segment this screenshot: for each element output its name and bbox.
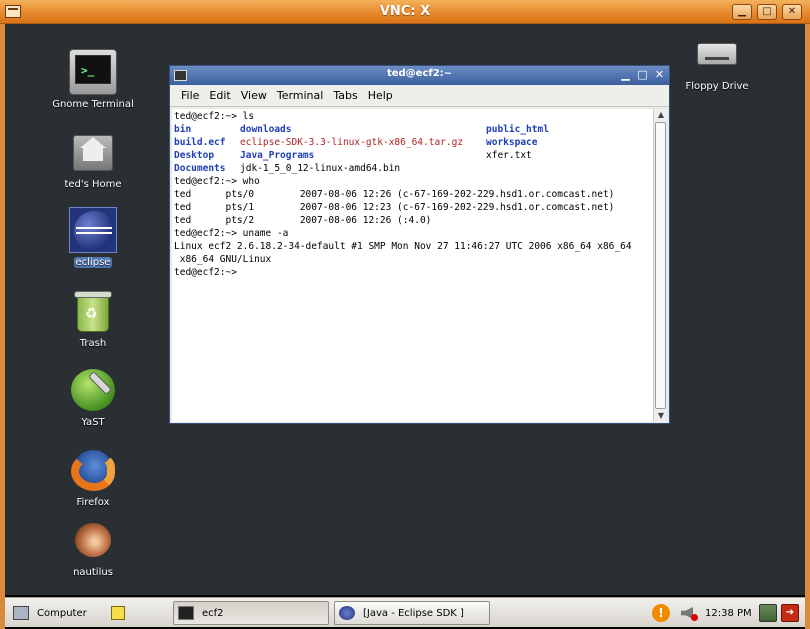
terminal-line: ted pts/0 2007-08-06 12:26 (c-67-169-202… [174, 189, 615, 200]
desktop-icon-eclipse[interactable]: eclipse [43, 207, 143, 268]
ls-row: bin downloads public_html [174, 123, 652, 136]
terminal-icon [178, 606, 194, 620]
ls-row: build.ecf eclipse-SDK-3.3-linux-gtk-x86_6… [174, 136, 652, 149]
desktop-icon-nautilus[interactable]: nautilus [43, 517, 143, 578]
trash-icon: ♻ [69, 288, 117, 334]
scrollbar-thumb[interactable] [655, 122, 666, 409]
volume-control[interactable] [681, 601, 701, 625]
terminal-line: ted@ecf2:~> who [174, 176, 260, 187]
desktop-icon-label: Trash [79, 338, 107, 349]
vnc-title: VNC: X [379, 4, 431, 19]
terminal-prompt: ted@ecf2:~> [174, 267, 243, 278]
home-folder-icon [69, 129, 117, 175]
ls-entry-file: xfer.txt [486, 150, 532, 161]
note-pad-icon [111, 606, 125, 620]
taskbar-task-ecf2[interactable]: ecf2 [173, 601, 329, 625]
logout-icon: ➔ [781, 604, 799, 622]
clock[interactable]: 12:38 PM [705, 601, 752, 625]
firefox-icon [69, 447, 117, 493]
ls-entry-dir: workspace [486, 137, 538, 148]
desktop-icon-teds-home[interactable]: ted's Home [43, 129, 143, 190]
desktop-icon-floppy-drive[interactable]: Floppy Drive [667, 31, 767, 92]
terminal-output[interactable]: ted@ecf2:~> ls bin downloads public_html bui… [172, 109, 654, 422]
show-desktop-button[interactable] [759, 601, 777, 625]
ls-entry-dir: Desktop [174, 150, 215, 161]
taskbar: Computer ecf2 [Java - Eclipse SDK ] ! 12… [5, 597, 805, 627]
ls-entry-file: jdk-1_5_0_12-linux-amd64.bin [240, 163, 401, 174]
taskbar-task-eclipse[interactable]: [Java - Eclipse SDK ] [334, 601, 490, 625]
terminal-window[interactable]: ted@ecf2:~ ▁ □ ✕ File Edit View Terminal… [169, 65, 670, 424]
menu-edit[interactable]: Edit [204, 89, 235, 102]
terminal-line: ted pts/2 2007-08-06 12:26 (:4.0) [174, 215, 432, 226]
terminal-icon: >_ [69, 49, 117, 95]
scroll-down-arrow-icon[interactable]: ▼ [654, 410, 668, 422]
ls-entry-dir: Java_Programs [240, 150, 315, 161]
terminal-scrollbar[interactable]: ▲ ▼ [653, 109, 667, 422]
terminal-minimize-button[interactable]: ▁ [618, 68, 633, 83]
vnc-minimize-button[interactable]: ▁ [732, 4, 752, 20]
terminal-line: Linux ecf2 2.6.18.2-34-default #1 SMP Mo… [174, 241, 632, 252]
terminal-line: x86_64 GNU/Linux [174, 254, 272, 265]
floppy-drive-icon [693, 31, 741, 77]
ls-entry-dir: public_html [486, 124, 549, 135]
terminal-line: ted@ecf2:~> ls [174, 111, 255, 122]
ls-entry-dir: Documents [174, 163, 226, 174]
task-label: ecf2 [202, 607, 224, 619]
eclipse-icon [69, 207, 117, 253]
computer-menu-label: Computer [37, 607, 87, 619]
desktop-icon-label: YaST [81, 417, 105, 428]
desktop-icon-label: Floppy Drive [685, 81, 749, 92]
update-alert-icon: ! [652, 604, 670, 622]
eclipse-icon [339, 606, 355, 620]
terminal-close-button[interactable]: ✕ [652, 68, 667, 83]
notes-launcher[interactable] [111, 601, 133, 625]
desktop-icon-trash[interactable]: ♻ Trash [43, 288, 143, 349]
terminal-line: ted pts/1 2007-08-06 12:23 (c-67-169-202… [174, 202, 615, 213]
software-update-icon[interactable]: ! [652, 601, 670, 625]
desktop-icon-label: eclipse [73, 257, 113, 268]
computer-menu-button[interactable]: Computer [13, 601, 113, 625]
ls-entry-dir: downloads [240, 124, 292, 135]
menu-tabs[interactable]: Tabs [328, 89, 362, 102]
volume-muted-icon [681, 606, 698, 621]
desktop-icon-label: Firefox [76, 497, 110, 508]
ls-entry-dir: build.ecf [174, 137, 226, 148]
logout-button[interactable]: ➔ [781, 601, 799, 625]
vnc-close-button[interactable]: ✕ [782, 4, 802, 20]
desktop-icon-label: ted's Home [64, 179, 122, 190]
desktop-icon-yast[interactable]: YaST [43, 367, 143, 428]
menu-terminal[interactable]: Terminal [272, 89, 329, 102]
ls-row: Documents jdk-1_5_0_12-linux-amd64.bin [174, 162, 652, 175]
desktop-icon-label: nautilus [73, 567, 113, 578]
terminal-menubar: File Edit View Terminal Tabs Help [170, 85, 669, 107]
yast-icon [69, 367, 117, 413]
menu-view[interactable]: View [236, 89, 272, 102]
desktop-icon-label: Gnome Terminal [52, 99, 134, 110]
desktop-icon-firefox[interactable]: Firefox [43, 447, 143, 508]
task-label: [Java - Eclipse SDK ] [363, 607, 464, 619]
ls-entry-dir: bin [174, 124, 192, 135]
terminal-titlebar[interactable]: ted@ecf2:~ ▁ □ ✕ [170, 66, 669, 85]
terminal-maximize-button[interactable]: □ [635, 68, 650, 83]
vnc-maximize-button[interactable]: □ [757, 4, 777, 20]
ls-entry-archive: eclipse-SDK-3.3-linux-gtk-x86_64.tar.gz [240, 137, 464, 148]
vnc-frame-right [805, 24, 810, 629]
terminal-title: ted@ecf2:~ [386, 68, 453, 79]
vnc-titlebar[interactable]: VNC: X ▁ □ ✕ [0, 0, 810, 24]
menu-file[interactable]: File [176, 89, 204, 102]
ls-row: Desktop Java_Programs xfer.txt [174, 149, 652, 162]
computer-icon [13, 606, 29, 620]
nautilus-icon [69, 517, 117, 563]
menu-help[interactable]: Help [363, 89, 398, 102]
show-desktop-icon [759, 604, 777, 622]
scroll-up-arrow-icon[interactable]: ▲ [654, 109, 668, 121]
desktop-icon-gnome-terminal[interactable]: >_ Gnome Terminal [43, 49, 143, 110]
terminal-line: ted@ecf2:~> uname -a [174, 228, 289, 239]
